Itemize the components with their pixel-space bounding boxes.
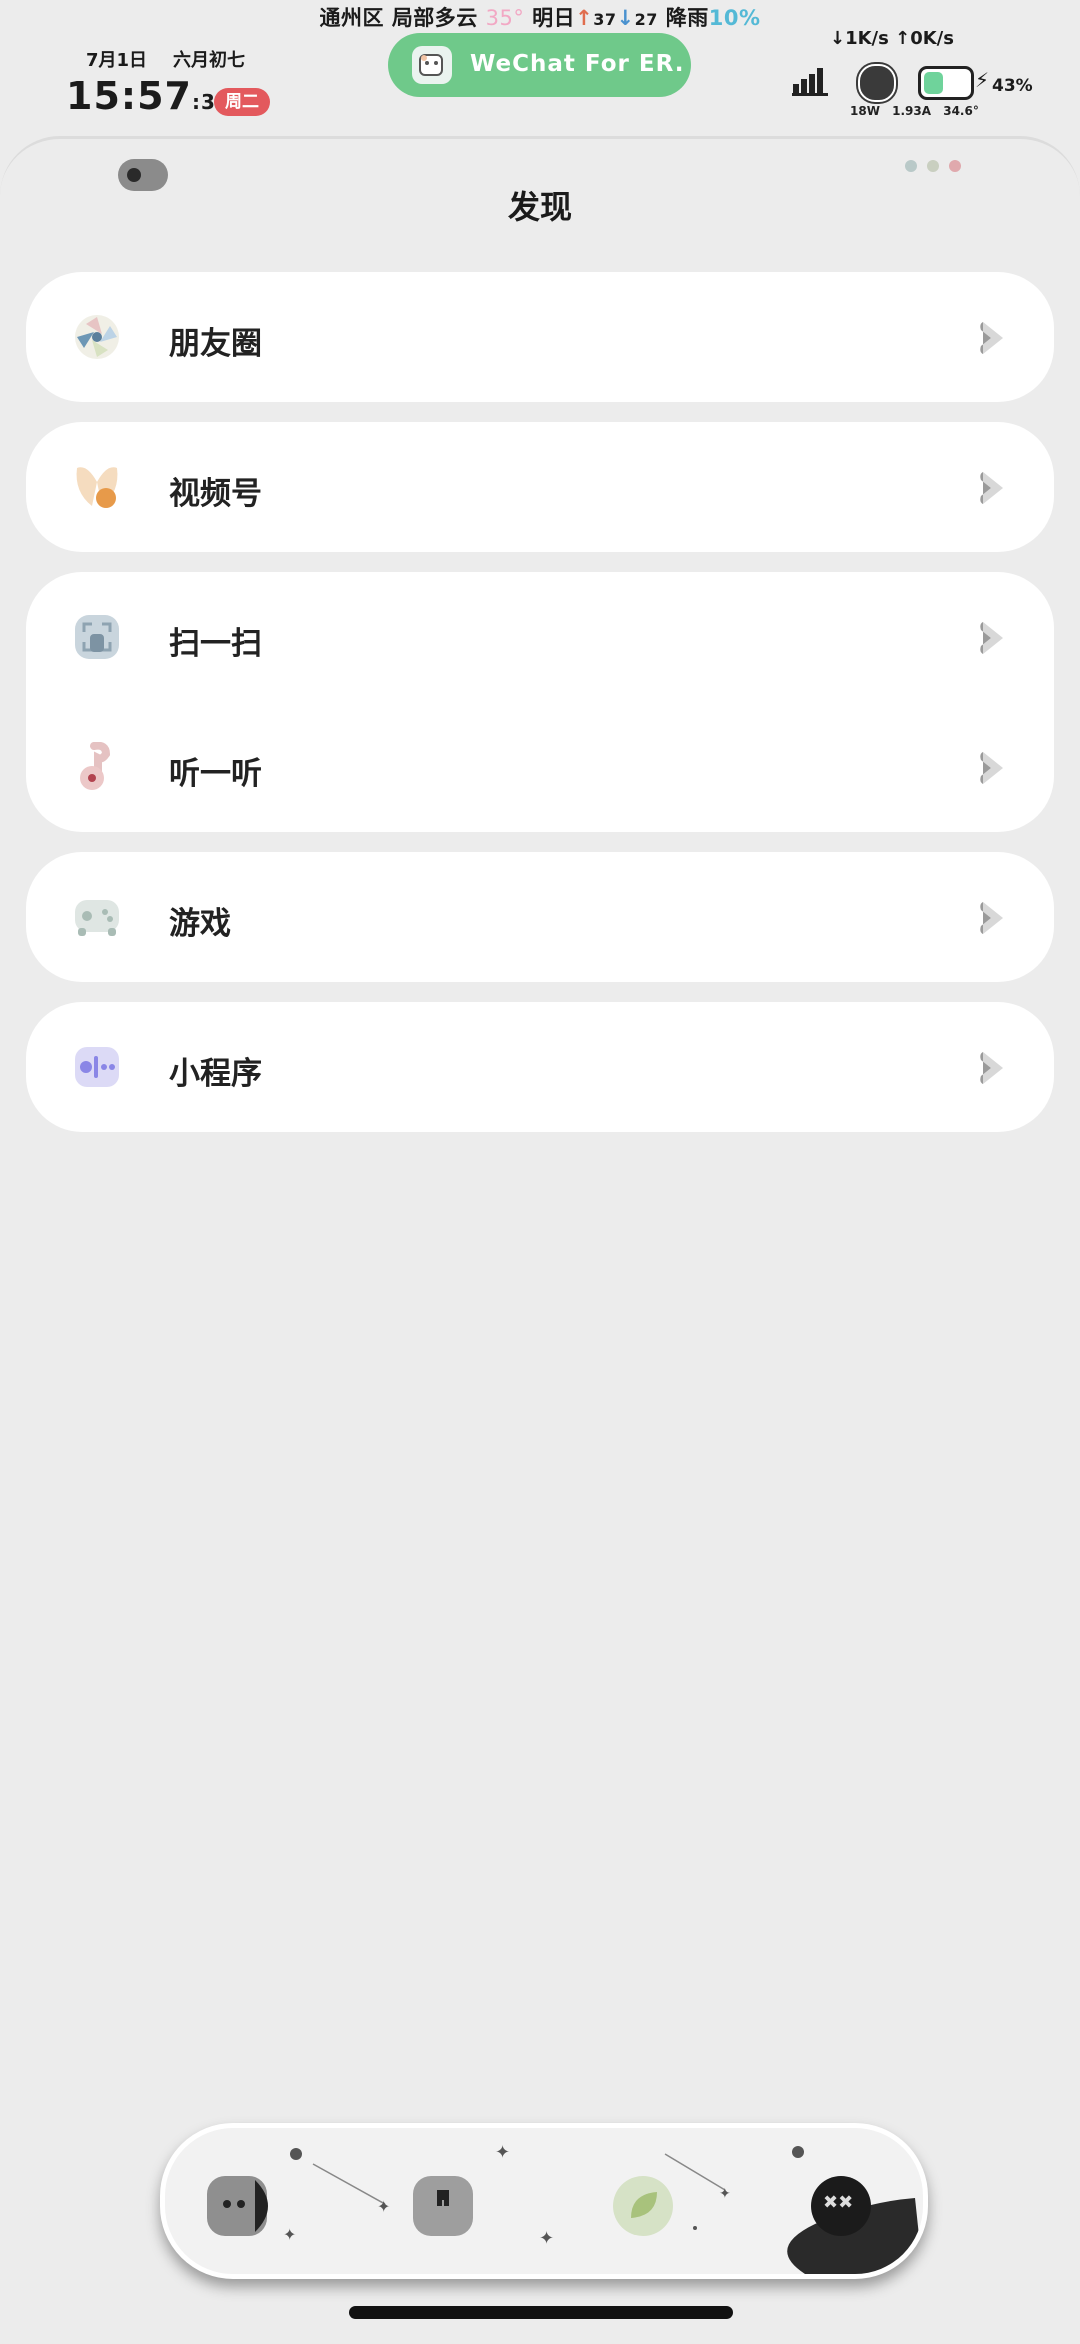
battery-icon [918,66,974,100]
battery-percent: 43% [992,76,1033,96]
menu-item-channels[interactable]: 视频号 [26,422,1054,552]
svg-text:✖✖: ✖✖ [823,2192,853,2213]
weekday-badge: 周二 [214,88,270,116]
date: 7月1日 [86,50,148,71]
menu-item-moments[interactable]: 朋友圈 [26,272,1054,402]
menu-label: 朋友圈 [169,326,262,362]
scan-icon [72,612,122,662]
chevron-right-icon [977,468,1007,512]
low-arrow-icon: ↓ [616,6,635,30]
tab-me-icon[interactable]: ✖✖ [811,2176,871,2236]
battery-fill [924,72,943,94]
scan-listen-card: 扫一扫 听一听 [26,572,1054,832]
weather-temp: 35° [485,6,525,30]
app-pill[interactable]: WeChat For ER. [388,33,691,97]
svg-text:✦: ✦ [283,2225,296,2244]
chevron-right-icon [977,318,1007,362]
music-note-icon [72,741,122,792]
weather-condition: 局部多云 [391,6,478,30]
power-stat: 18W [850,104,880,118]
menu-item-listen[interactable]: 听一听 [26,702,1054,832]
home-indicator[interactable] [349,2306,733,2319]
svg-text:✦: ✦ [495,2142,510,2163]
page-title: 发现 [507,188,572,226]
app-pill-label: WeChat For ER. [470,51,685,77]
menu-item-scan[interactable]: 扫一扫 [26,572,1054,702]
wifi-icon [858,64,896,102]
lunar-date: 六月初七 [173,50,245,71]
moments-card: 朋友圈 [26,272,1054,402]
current-stat: 1.93A [892,104,932,118]
chevron-right-icon [977,1048,1007,1092]
page-dots [905,157,971,176]
chevron-right-icon [977,618,1007,662]
tab-discover-icon[interactable] [613,2176,673,2236]
weather-high: 37 [593,10,617,29]
weather-district: 通州区 [319,6,384,30]
dock-decoration: ✦ ✦ ✦ ✦ ✦ [283,2142,923,2274]
svg-text:✦: ✦ [719,2186,731,2202]
tab-contacts-icon[interactable] [413,2176,473,2236]
channels-card: 视频号 [26,422,1054,552]
menu-label: 扫一扫 [169,626,262,662]
tab-chats-icon[interactable] [207,2176,268,2236]
mini-program-icon [72,1042,122,1092]
menu-label: 视频号 [169,476,262,512]
network-speed: ↓1K/s ↑0K/s [830,28,954,49]
charging-bolt-icon: ⚡ [975,68,990,92]
weather-tomorrow-label: 明日 [532,6,576,30]
weather-rain-pct: 10% [708,6,761,30]
butterfly-icon [72,462,122,512]
signal-icon [792,66,830,102]
chevron-right-icon [977,748,1007,792]
page-dot [949,160,961,172]
clock-main: 15:57 [66,74,192,118]
page-dot [927,160,939,172]
games-card: 游戏 [26,852,1054,982]
svg-text:✦: ✦ [377,2197,390,2216]
menu-item-mini-programs[interactable]: 小程序 [26,1002,1054,1132]
menu-label: 听一听 [169,756,262,792]
weather-rain-label: 降雨 [665,6,709,30]
app-pill-icon [412,46,452,84]
device-stats: 18W 1.93A 34.6° [850,104,987,118]
aperture-icon [72,312,122,362]
bottom-tab-bar: ✦ ✦ ✦ ✦ ✦ ✖✖ [160,2123,928,2279]
mini-programs-card: 小程序 [26,1002,1054,1132]
page-dot [905,160,917,172]
status-bar: 通州区 局部多云 35° 明日↑37↓27 降雨10% 7月1日 六月初七 15… [0,0,1080,150]
clock: 15:57:32 [66,74,231,118]
weather-low: 27 [634,10,658,29]
chevron-right-icon [977,898,1007,942]
svg-text:✦: ✦ [539,2228,554,2249]
menu-label: 游戏 [169,906,231,942]
temperature-stat: 34.6° [943,104,979,118]
gamepad-icon [72,892,122,942]
high-arrow-icon: ↑ [575,6,594,30]
menu-label: 小程序 [169,1056,262,1092]
menu-item-games[interactable]: 游戏 [26,852,1054,982]
